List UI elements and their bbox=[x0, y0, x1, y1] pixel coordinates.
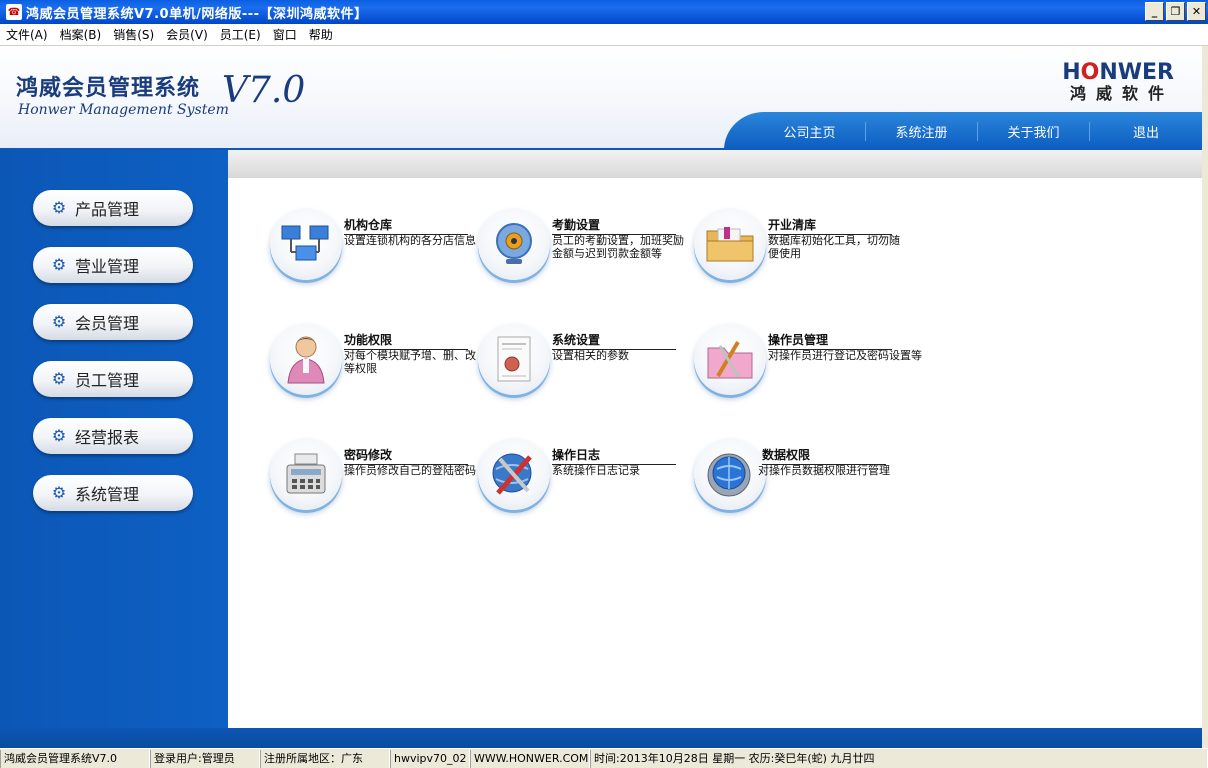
tile-title: 系统设置 bbox=[552, 331, 676, 350]
brand-subtitle: Honwer Management System bbox=[18, 102, 229, 118]
minimize-button[interactable]: _ bbox=[1145, 2, 1164, 21]
tile-title: 操作日志 bbox=[552, 446, 676, 465]
restore-button[interactable]: ❐ bbox=[1166, 2, 1185, 21]
main-panel: 机构仓库 设置连锁机构的各分店信息 考勤设置 员工的考勤设置，加班奖励金额与迟到… bbox=[228, 178, 1202, 728]
window-right-edge bbox=[1202, 46, 1208, 748]
network-computers-icon[interactable] bbox=[270, 208, 342, 280]
main-top-strip bbox=[228, 150, 1202, 178]
webcam-icon[interactable] bbox=[478, 208, 550, 280]
folder-icon[interactable] bbox=[694, 208, 766, 280]
sidebar-item-label: 会员管理 bbox=[75, 314, 140, 333]
sidebar-item-label: 系统管理 bbox=[75, 485, 140, 504]
sidebar: ⚙ 产品管理 ⚙ 营业管理 ⚙ 会员管理 ⚙ 员工管理 ⚙ 经营报表 ⚙ 系统管… bbox=[0, 150, 228, 728]
tile-reset-database[interactable]: 开业清库 数据库初始化工具，切勿随便使用 bbox=[694, 208, 904, 288]
gear-icon: ⚙ bbox=[51, 255, 67, 274]
tile-operation-log[interactable]: 操作日志 系统操作日志记录 bbox=[478, 438, 688, 518]
menu-employee[interactable]: 员工(E) bbox=[214, 24, 267, 46]
tile-desc: 数据库初始化工具，切勿随便使用 bbox=[768, 234, 900, 260]
gear-icon: ⚙ bbox=[51, 483, 67, 502]
tile-desc: 设置相关的参数 bbox=[552, 349, 629, 362]
window-title: 鸿威会员管理系统V7.0单机/网络版---【深圳鸿威软件】 bbox=[26, 6, 368, 22]
tile-title: 密码修改 bbox=[344, 446, 468, 465]
sidebar-item-system[interactable]: ⚙ 系统管理 bbox=[33, 475, 193, 511]
gear-icon: ⚙ bbox=[51, 198, 67, 217]
brand-version: V7.0 bbox=[222, 70, 306, 111]
sidebar-item-business[interactable]: ⚙ 营业管理 bbox=[33, 247, 193, 283]
sidebar-item-members[interactable]: ⚙ 会员管理 bbox=[33, 304, 193, 340]
tile-desc: 操作员修改自己的登陆密码 bbox=[344, 464, 476, 477]
user-person-icon[interactable] bbox=[270, 323, 342, 395]
brand-title: 鸿威会员管理系统 bbox=[16, 76, 201, 101]
status-code: hwvipv70_02 bbox=[390, 749, 470, 768]
gear-icon: ⚙ bbox=[51, 426, 67, 445]
tile-title: 功能权限 bbox=[344, 331, 468, 350]
menu-member[interactable]: 会员(V) bbox=[160, 24, 214, 46]
tile-desc: 对操作员数据权限进行管理 bbox=[758, 464, 890, 477]
menu-archive[interactable]: 档案(B) bbox=[54, 24, 108, 46]
tile-desc: 对每个模块赋予增、删、改等权限 bbox=[344, 349, 476, 375]
window-controls: _ ❐ ✕ bbox=[1145, 2, 1206, 21]
tile-title: 考勤设置 bbox=[552, 216, 676, 235]
document-settings-icon[interactable] bbox=[478, 323, 550, 395]
globe-gear-icon[interactable] bbox=[694, 438, 766, 510]
status-website: WWW.HONWER.COM bbox=[470, 749, 590, 768]
sidebar-item-label: 员工管理 bbox=[75, 371, 140, 390]
nav-register-link[interactable]: 系统注册 bbox=[866, 121, 979, 141]
tile-function-permissions[interactable]: 功能权限 对每个模块赋予增、删、改等权限 bbox=[270, 323, 480, 403]
tile-title: 数据权限 bbox=[762, 446, 886, 465]
menu-bar: 文件(A) 档案(B) 销售(S) 会员(V) 员工(E) 窗口 帮助 bbox=[0, 24, 1208, 46]
tile-system-settings[interactable]: 系统设置 设置相关的参数 bbox=[478, 323, 688, 403]
app-icon: ☎ bbox=[6, 4, 22, 20]
status-app-name: 鸿威会员管理系统V7.0 bbox=[0, 749, 150, 768]
tile-change-password[interactable]: 密码修改 操作员修改自己的登陆密码 bbox=[270, 438, 480, 518]
nav-home-link[interactable]: 公司主页 bbox=[754, 121, 867, 141]
sidebar-item-label: 产品管理 bbox=[75, 200, 140, 219]
window-title-bar[interactable]: ☎ 鸿威会员管理系统V7.0单机/网络版---【深圳鸿威软件】 _ ❐ ✕ bbox=[0, 0, 1208, 24]
cash-register-icon[interactable] bbox=[270, 438, 342, 510]
tile-operator-management[interactable]: 操作员管理 对操作员进行登记及密码设置等 bbox=[694, 323, 922, 403]
tools-folder-icon[interactable] bbox=[694, 323, 766, 395]
bottom-strip bbox=[0, 728, 1202, 748]
tile-org-warehouse[interactable]: 机构仓库 设置连锁机构的各分店信息 bbox=[270, 208, 480, 288]
tile-title: 开业清库 bbox=[768, 216, 892, 235]
status-region: 注册所属地区：广东 bbox=[260, 749, 390, 768]
nav-about-link[interactable]: 关于我们 bbox=[978, 121, 1091, 141]
globe-tools-icon[interactable] bbox=[478, 438, 550, 510]
header-banner: 鸿威会员管理系统 Honwer Management System V7.0 H… bbox=[0, 46, 1202, 150]
sidebar-item-label: 营业管理 bbox=[75, 257, 140, 276]
menu-window[interactable]: 窗口 bbox=[267, 24, 303, 46]
tile-desc: 对操作员进行登记及密码设置等 bbox=[768, 349, 922, 362]
tile-attendance[interactable]: 考勤设置 员工的考勤设置，加班奖励金额与迟到罚款金额等 bbox=[478, 208, 688, 288]
tile-desc: 系统操作日志记录 bbox=[552, 464, 640, 477]
close-button[interactable]: ✕ bbox=[1187, 2, 1206, 21]
sidebar-item-reports[interactable]: ⚙ 经营报表 bbox=[33, 418, 193, 454]
menu-help[interactable]: 帮助 bbox=[303, 24, 339, 46]
sidebar-item-employees[interactable]: ⚙ 员工管理 bbox=[33, 361, 193, 397]
sidebar-item-label: 经营报表 bbox=[75, 428, 140, 447]
company-name: 鸿威软件 bbox=[1069, 84, 1174, 103]
status-bar: 鸿威会员管理系统V7.0 登录用户:管理员 注册所属地区：广东 hwvipv70… bbox=[0, 748, 1208, 768]
sidebar-item-products[interactable]: ⚙ 产品管理 bbox=[33, 190, 193, 226]
tile-desc: 设置连锁机构的各分店信息 bbox=[344, 234, 476, 247]
menu-sales[interactable]: 销售(S) bbox=[107, 24, 160, 46]
gear-icon: ⚙ bbox=[51, 312, 67, 331]
tile-data-permissions[interactable]: 数据权限 对操作员数据权限进行管理 bbox=[694, 438, 904, 518]
status-user: 登录用户:管理员 bbox=[150, 749, 260, 768]
status-datetime: 时间:2013年10月28日 星期一 农历:癸巳年(蛇) 九月廿四 bbox=[590, 749, 1208, 768]
tile-title: 操作员管理 bbox=[768, 331, 892, 350]
nav-exit-link[interactable]: 退出 bbox=[1090, 122, 1202, 141]
tile-title: 机构仓库 bbox=[344, 216, 468, 235]
gear-icon: ⚙ bbox=[51, 369, 67, 388]
header-nav: 公司主页 系统注册 关于我们 退出 bbox=[724, 112, 1202, 150]
menu-file[interactable]: 文件(A) bbox=[0, 24, 54, 46]
tile-desc: 员工的考勤设置，加班奖励金额与迟到罚款金额等 bbox=[552, 234, 684, 260]
